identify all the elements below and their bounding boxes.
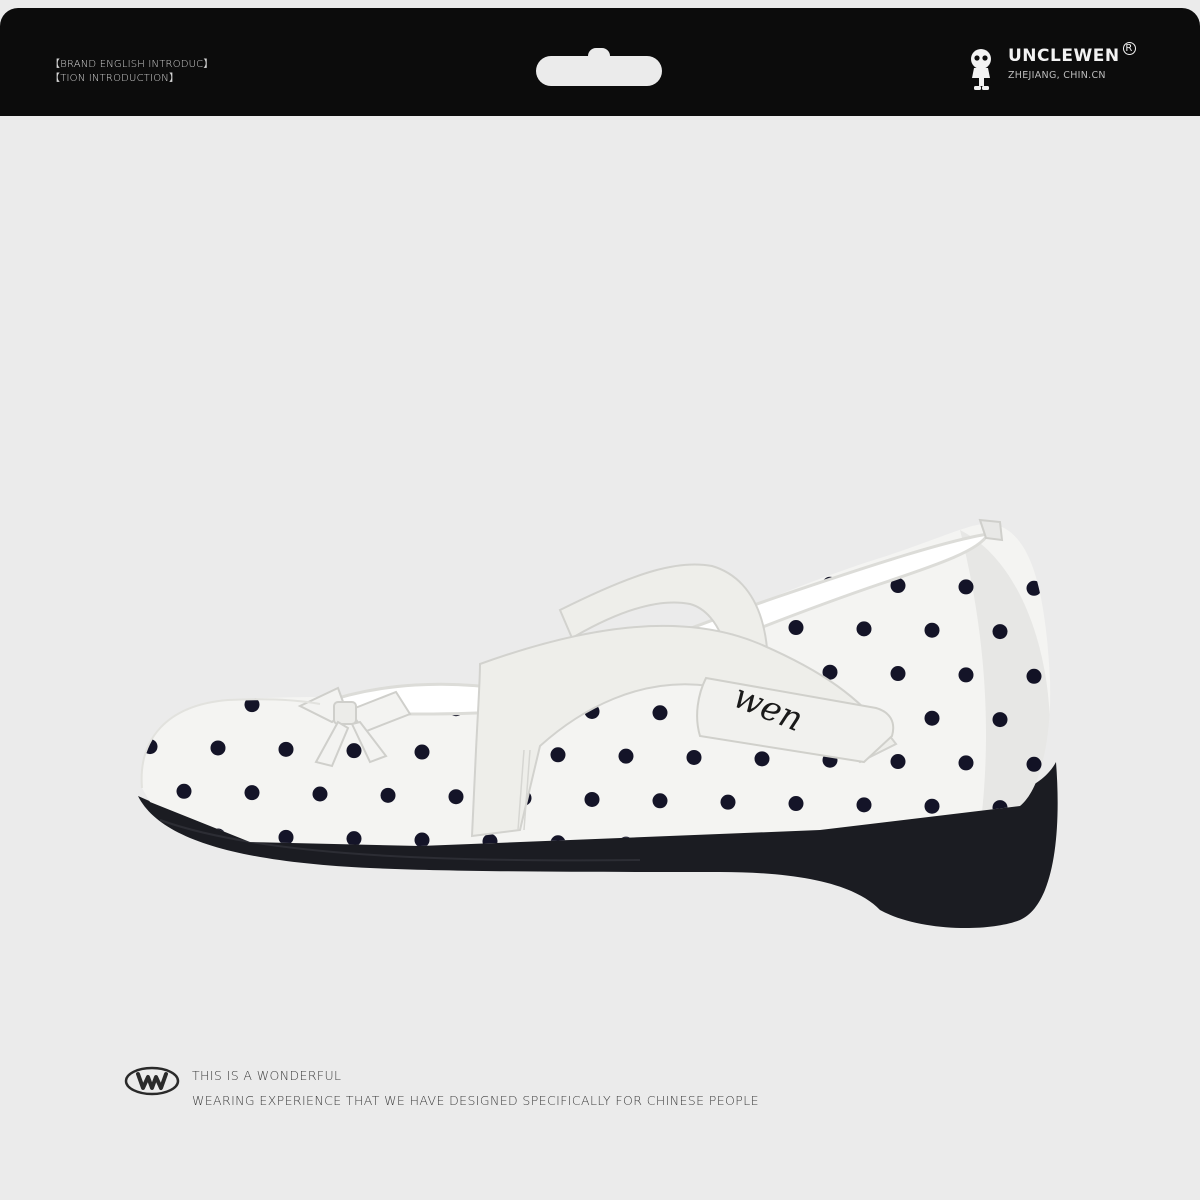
polka-dot	[890, 666, 906, 682]
polka-dot	[210, 652, 226, 668]
footer-line-1: THIS IS A WONDERFUL	[192, 1068, 342, 1083]
brand-location: ZHEJIANG, CHIN.CN	[1008, 70, 1106, 81]
polka-dot	[754, 575, 770, 591]
polka-dot	[244, 785, 260, 801]
polka-dot	[856, 797, 872, 813]
polka-dot	[346, 655, 362, 671]
polka-dot	[278, 741, 294, 757]
polka-dot	[210, 740, 226, 756]
polka-dot	[414, 568, 430, 584]
polka-dot	[414, 656, 430, 672]
polka-dot	[278, 653, 294, 669]
polka-dot	[958, 579, 974, 595]
brand-intro: 【BRAND ENGLISH INTRODUC】 【TION INTRODUCT…	[50, 58, 214, 86]
polka-dot	[142, 827, 158, 843]
intro-line-2: 【TION INTRODUCTION】	[50, 73, 180, 84]
polka-dot	[448, 789, 464, 805]
polka-dot	[890, 754, 906, 770]
polka-dot	[312, 610, 328, 626]
brand-mascot-icon	[971, 49, 991, 90]
polka-dot	[516, 614, 532, 630]
polka-dot	[652, 705, 668, 721]
polka-dot	[210, 564, 226, 580]
polka-dot	[346, 743, 362, 759]
polka-dot	[924, 798, 940, 814]
polka-dot	[414, 744, 430, 760]
polka-dot	[414, 832, 430, 846]
polka-dot	[618, 748, 634, 764]
polka-dot	[278, 829, 294, 845]
polka-dot	[550, 571, 566, 587]
polka-dot	[346, 831, 362, 846]
polka-dot	[788, 796, 804, 812]
polka-dot	[346, 567, 362, 583]
polka-dot	[788, 620, 804, 636]
header-bar: 【BRAND ENGLISH INTRODUC】 【TION INTRODUCT…	[0, 8, 1200, 116]
polka-dot	[686, 749, 702, 765]
polka-dot	[244, 609, 260, 625]
product-shoe-image: wen	[138, 518, 1058, 929]
polka-dot	[448, 613, 464, 629]
polka-dot	[720, 794, 736, 810]
polka-dot	[550, 747, 566, 763]
polka-dot	[958, 755, 974, 771]
polka-dot	[1026, 580, 1042, 596]
polka-dot	[142, 651, 158, 667]
hang-hole	[536, 48, 662, 86]
polka-dot	[482, 569, 498, 585]
polka-dot	[142, 563, 158, 579]
footer-line-2: WEARING EXPERIENCE THAT WE HAVE DESIGNED…	[192, 1093, 759, 1108]
polka-dot	[856, 621, 872, 637]
polka-dot	[312, 786, 328, 802]
intro-line-1: 【BRAND ENGLISH INTRODUC】	[50, 59, 214, 70]
w-circle-logo-icon	[124, 1066, 180, 1096]
polka-dot	[380, 787, 396, 803]
polka-dot	[380, 611, 396, 627]
polka-dot	[924, 622, 940, 638]
polka-dot	[176, 783, 192, 799]
polka-dot	[176, 607, 192, 623]
polka-dot	[958, 667, 974, 683]
polka-dot	[652, 793, 668, 809]
brand-name: UNCLEWEN	[1008, 46, 1120, 66]
footer: THIS IS A WONDERFUL WEARING EXPERIENCE T…	[124, 1063, 759, 1113]
registered-mark: R	[1122, 42, 1136, 55]
polka-dot	[924, 710, 940, 726]
brand-block: UNCLEWEN R ZHEJIANG, CHIN.CN	[964, 42, 1136, 92]
polka-dot	[278, 565, 294, 581]
polka-dot	[754, 751, 770, 767]
polka-dot	[584, 791, 600, 807]
